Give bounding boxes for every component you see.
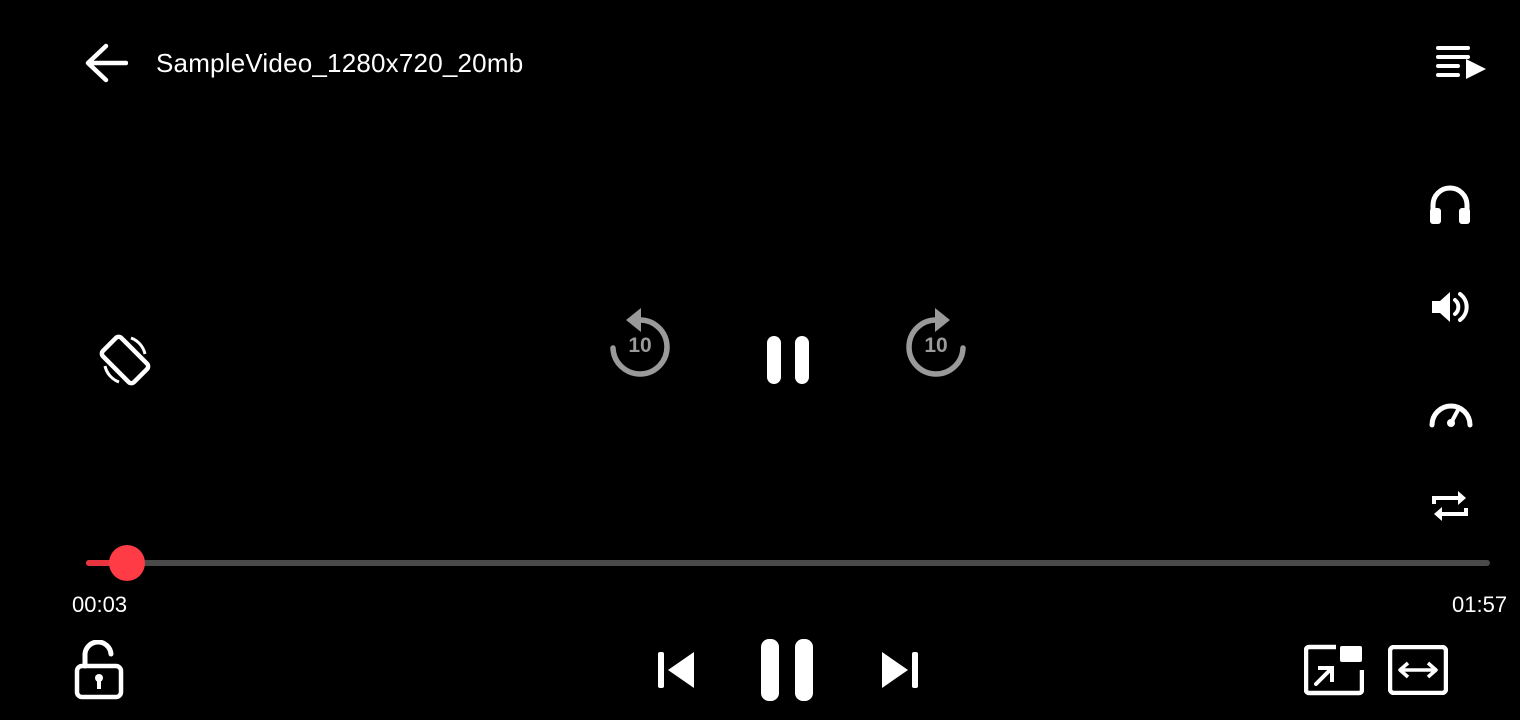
playlist-play-icon[interactable] <box>1434 44 1488 80</box>
video-player-screen[interactable]: SampleVideo_1280x720_20mb 10 10 00:03 01… <box>0 0 1520 720</box>
pause-icon[interactable] <box>766 335 810 385</box>
skip-previous-icon[interactable] <box>656 651 696 689</box>
aspect-ratio-icon[interactable] <box>1388 645 1448 695</box>
screen-rotation-icon[interactable] <box>95 330 155 390</box>
volume-icon[interactable] <box>1430 288 1472 326</box>
rewind-10-icon[interactable]: 10 <box>606 306 672 378</box>
repeat-icon[interactable] <box>1430 486 1470 526</box>
duration-time: 01:57 <box>1452 592 1508 617</box>
skip-next-icon[interactable] <box>880 651 920 689</box>
seek-bar-track[interactable] <box>86 560 1490 566</box>
back-arrow-icon[interactable] <box>84 42 128 84</box>
current-time: 00:03 <box>72 592 128 617</box>
video-title: SampleVideo_1280x720_20mb <box>156 48 524 78</box>
forward-seconds-label: 10 <box>924 334 948 357</box>
rewind-seconds-label: 10 <box>628 334 652 357</box>
forward-10-icon[interactable]: 10 <box>904 306 970 378</box>
seek-bar-thumb[interactable] <box>109 545 146 581</box>
headphones-icon[interactable] <box>1428 184 1472 226</box>
picture-in-picture-icon[interactable] <box>1304 644 1364 696</box>
unlock-icon[interactable] <box>74 640 124 700</box>
pause-button-bottom[interactable] <box>760 638 814 702</box>
speedometer-icon[interactable] <box>1428 396 1474 428</box>
